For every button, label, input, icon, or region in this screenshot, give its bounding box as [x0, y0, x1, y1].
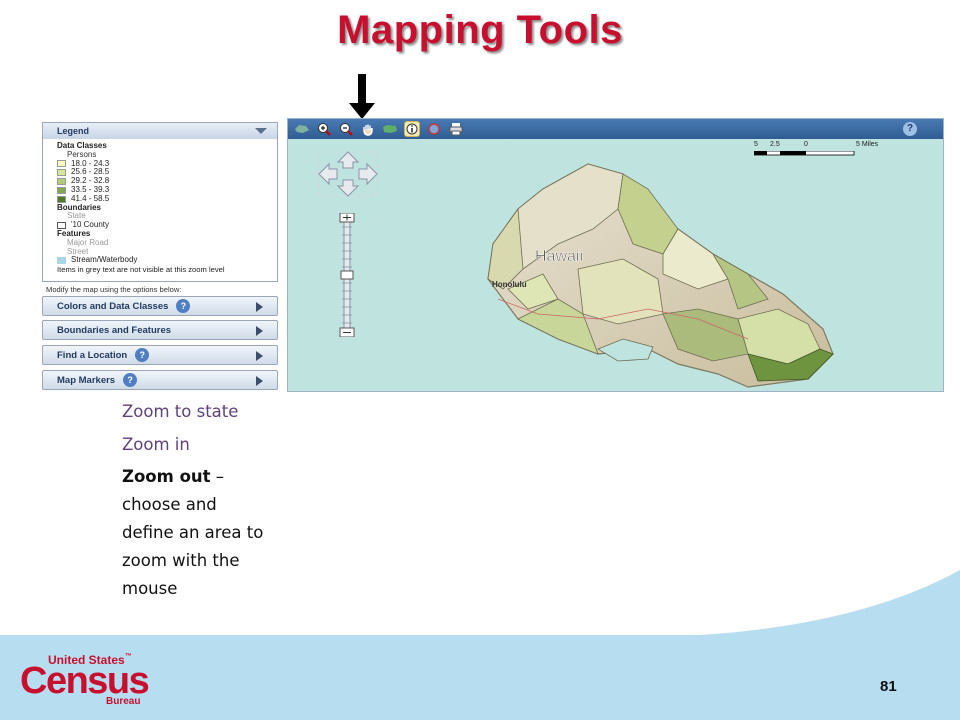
water-row: Stream/Waterbody — [57, 256, 277, 265]
oahu-map: Hawaii Honolulu — [487, 163, 834, 388]
option-label: Colors and Data Classes — [57, 301, 169, 312]
boundaries-features-button[interactable]: Boundaries and Features — [42, 320, 278, 340]
expand-arrow-icon — [256, 326, 263, 336]
zoom-out-icon[interactable] — [338, 121, 354, 137]
legend-header[interactable]: Legend — [43, 123, 277, 139]
identify-icon[interactable] — [404, 121, 420, 137]
find-location-button[interactable]: Find a Location ? — [42, 345, 278, 365]
scale-label: 5 — [754, 141, 758, 148]
county-swatch — [57, 222, 66, 230]
page-number: 81 — [880, 678, 897, 695]
map-panel[interactable]: ? 5 2.5 0 5 Miles Hawaii Honolulu — [287, 118, 944, 392]
option-label: Map Markers — [57, 375, 116, 386]
logo-line3: Bureau — [106, 696, 141, 707]
class-swatch — [57, 178, 66, 186]
scale-label: 2.5 — [770, 141, 780, 148]
boundaries-label: Boundaries — [57, 202, 102, 212]
pan-compass-icon[interactable] — [313, 149, 383, 199]
class-swatch — [57, 160, 66, 168]
expand-arrow-icon — [256, 376, 263, 386]
logo-line2: Census — [20, 660, 150, 702]
class-swatch — [57, 186, 66, 194]
expand-arrow-icon — [256, 351, 263, 361]
class-swatch — [57, 169, 66, 177]
map-help-icon[interactable]: ? — [903, 122, 917, 136]
zoom-in-icon[interactable] — [316, 121, 332, 137]
colors-data-classes-button[interactable]: Colors and Data Classes ? — [42, 296, 278, 316]
caption-zoom-to-state: Zoom to state — [122, 402, 239, 421]
legend-title: Legend — [57, 126, 90, 136]
help-icon[interactable]: ? — [123, 373, 138, 387]
legend-note: Items in grey text are not visible at th… — [57, 265, 225, 275]
modify-note: Modify the map using the options below: — [46, 285, 182, 294]
major-road-label: Major Road — [67, 237, 109, 247]
caption-zoom-out-bold: Zoom out — [122, 467, 211, 486]
zoom-slider[interactable] — [339, 213, 355, 337]
clear-icon[interactable] — [426, 121, 442, 137]
slide-title: Mapping Tools — [337, 8, 623, 52]
expand-arrow-icon — [256, 302, 263, 312]
pan-hand-icon[interactable] — [360, 121, 376, 137]
class-swatch — [57, 195, 66, 203]
county-row: '10 County — [57, 220, 277, 230]
chevron-down-icon[interactable] — [255, 128, 267, 134]
option-label: Boundaries and Features — [57, 325, 172, 336]
help-icon[interactable]: ? — [176, 299, 191, 313]
map-toolbar: ? — [288, 119, 943, 139]
map-city-label: Honolulu — [492, 280, 527, 289]
full-extent-icon[interactable] — [382, 121, 398, 137]
print-icon[interactable] — [448, 121, 464, 137]
scale-label: 5 Miles — [856, 141, 879, 148]
pointer-arrow-icon — [349, 74, 375, 119]
map-place-label: Hawaii — [535, 248, 583, 265]
scale-label: 0 — [804, 141, 808, 148]
census-logo: United States™ Census Bureau — [20, 651, 155, 709]
option-label: Find a Location — [57, 350, 128, 361]
map-markers-button[interactable]: Map Markers ? — [42, 370, 278, 390]
legend-panel: Legend Data Classes Persons 18.0 - 24.3 … — [42, 122, 278, 282]
water-swatch — [57, 257, 66, 265]
caption-zoom-in: Zoom in — [122, 435, 190, 454]
zoom-to-state-icon[interactable] — [294, 121, 310, 137]
water-label: Stream/Waterbody — [71, 255, 138, 265]
help-icon[interactable]: ? — [135, 348, 150, 362]
